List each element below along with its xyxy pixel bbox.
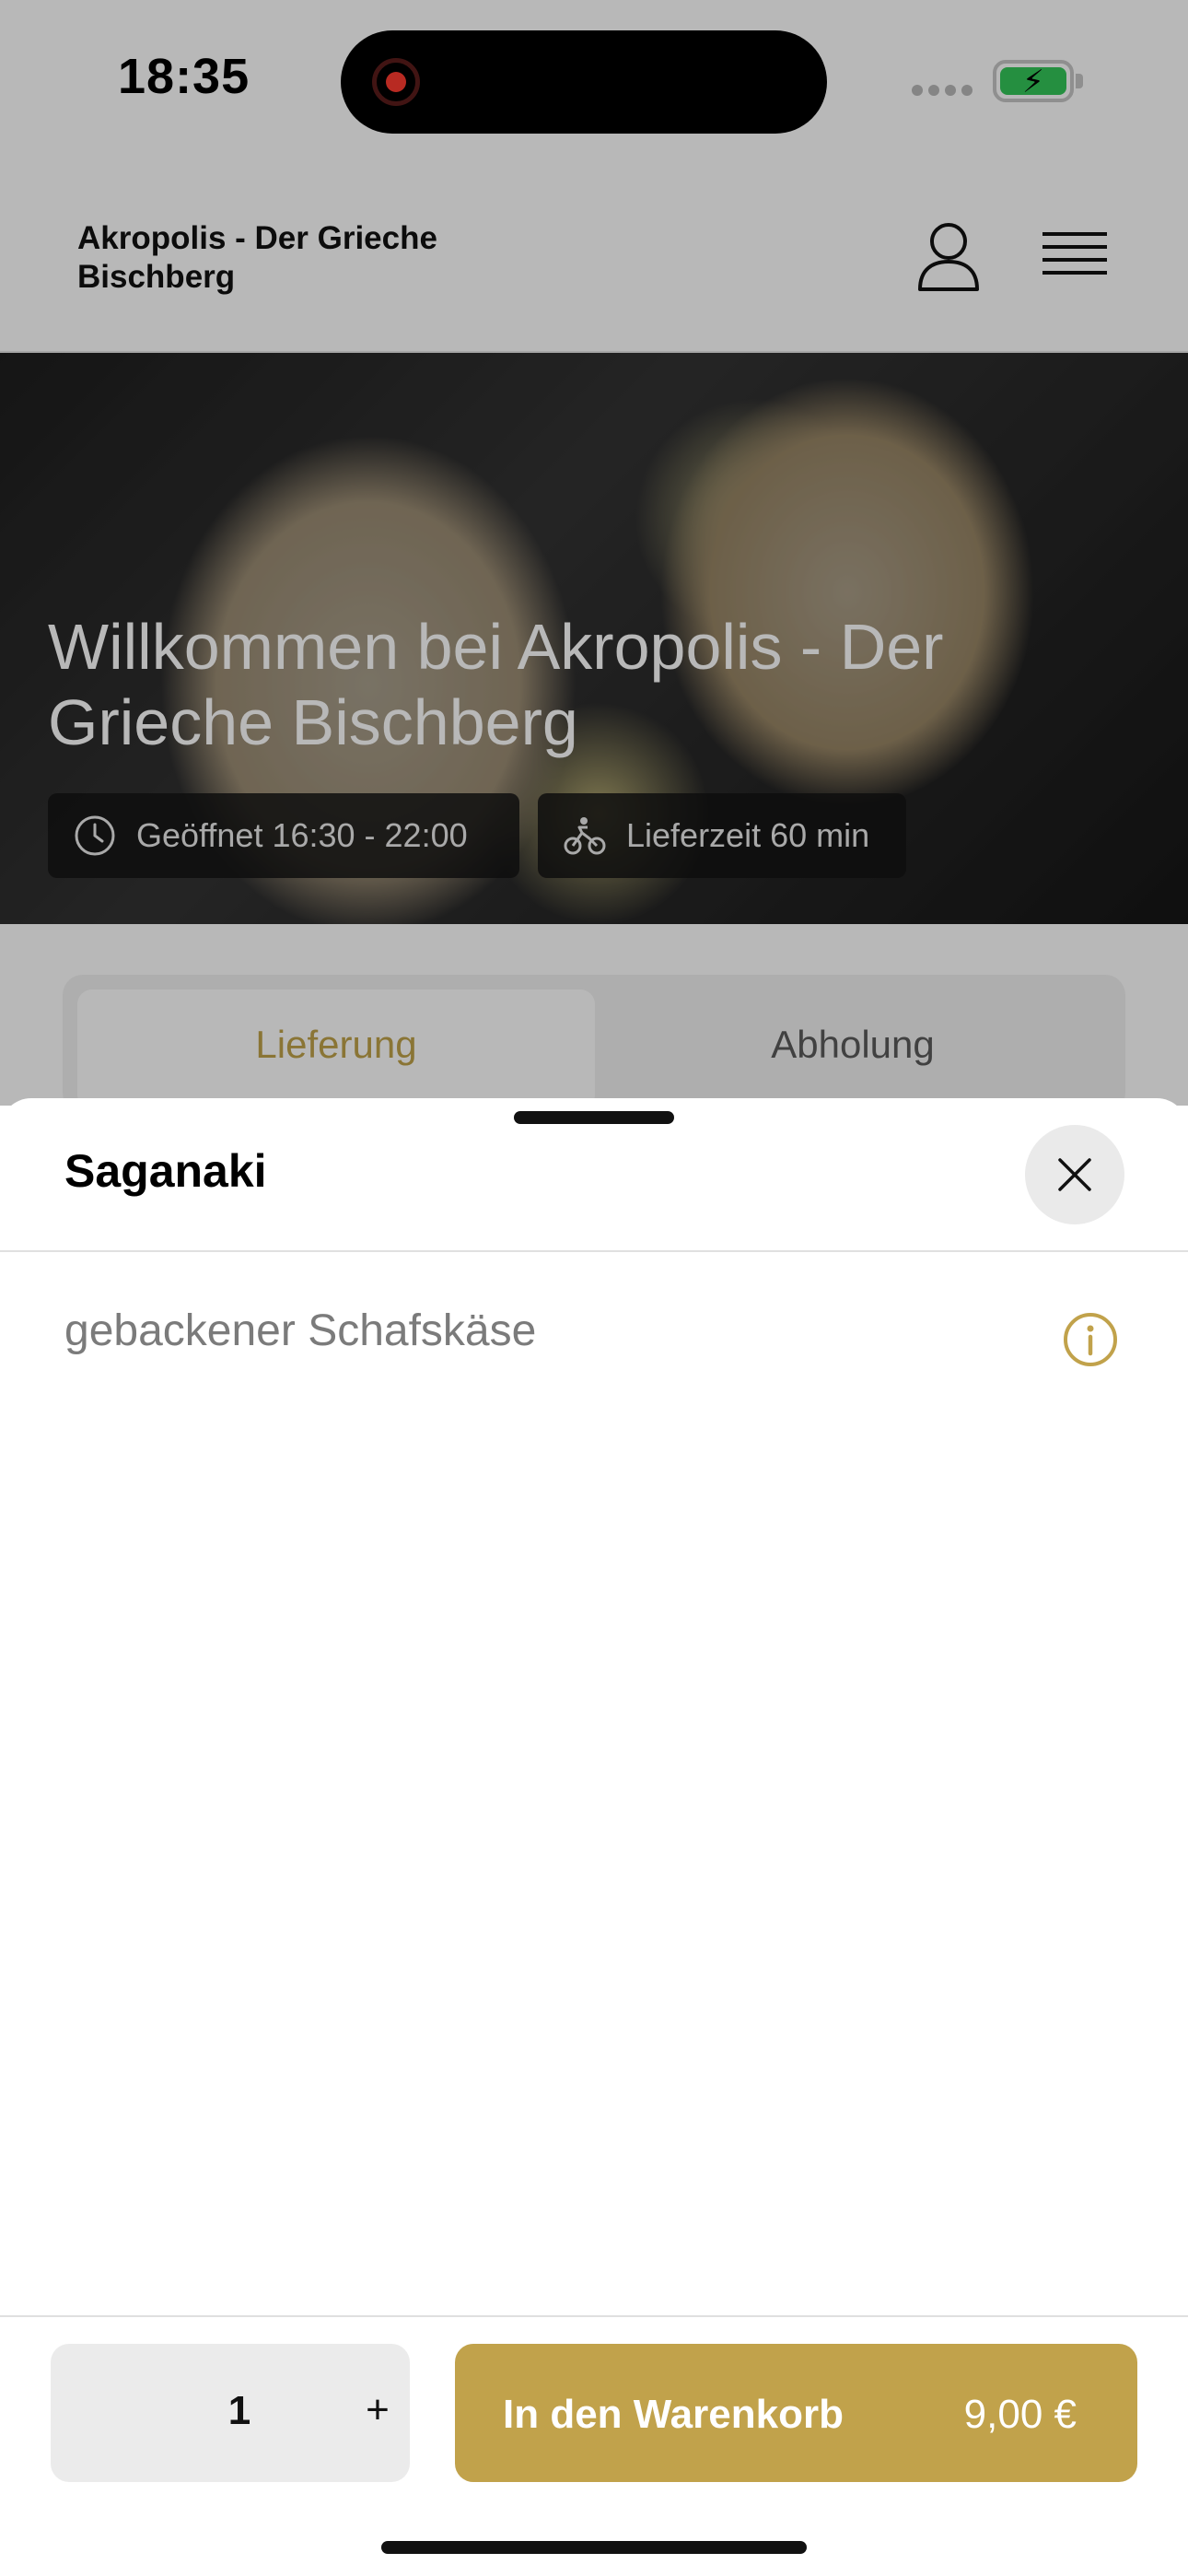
- info-icon[interactable]: [1063, 1312, 1118, 1367]
- product-title: Saganaki: [64, 1145, 267, 1197]
- close-icon: [1058, 1158, 1091, 1191]
- quantity-stepper: 1 +: [51, 2344, 410, 2482]
- sheet-grabber[interactable]: [514, 1111, 674, 1124]
- product-detail-sheet: Saganaki gebackener Schafskäse 1 + In de…: [0, 1098, 1188, 2576]
- increase-quantity-button[interactable]: +: [355, 2383, 401, 2438]
- quantity-value: 1: [227, 2388, 251, 2433]
- add-to-cart-button[interactable]: In den Warenkorb 9,00 €: [455, 2344, 1137, 2482]
- modal-backdrop[interactable]: [0, 0, 1188, 1106]
- close-button[interactable]: [1025, 1125, 1124, 1224]
- divider: [0, 1250, 1188, 1252]
- footer-divider: [0, 2315, 1188, 2317]
- product-description: gebackener Schafskäse: [64, 1306, 537, 1355]
- add-to-cart-label: In den Warenkorb: [503, 2392, 844, 2437]
- app-screen: 18:35 ⚡ Akropolis - Der Grieche Bischber…: [0, 0, 1188, 2576]
- home-indicator[interactable]: [381, 2541, 807, 2554]
- price-label: 9,00 €: [963, 2392, 1077, 2437]
